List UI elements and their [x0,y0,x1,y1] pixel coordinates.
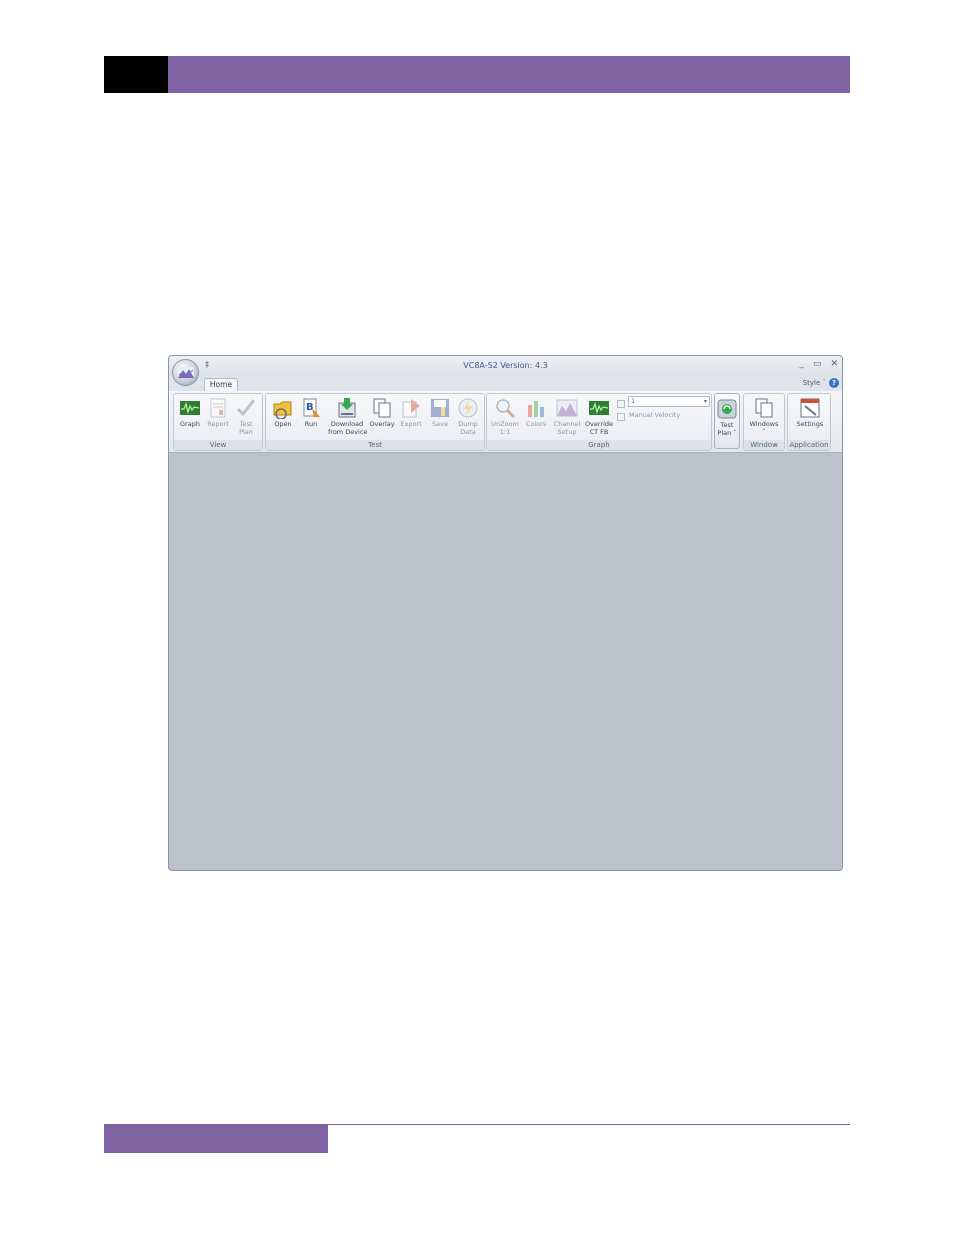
settings-button[interactable]: Settings [794,397,826,428]
manual-velocity-checkbox[interactable] [617,413,625,421]
help-icon[interactable]: ? [829,378,839,388]
export-button[interactable]: Export [397,397,425,428]
group-label-graph: Graph [487,440,711,450]
ribbon-group-window: Windows ˇ Window [743,393,785,451]
manual-velocity-label: Manual Velocity [629,411,681,419]
app-window: ‡ VC8A-S2 Version: 4.3 _ ▭ ✕ Home Style … [168,355,843,871]
test-plan-button[interactable]: Test Plan ˇ [714,393,740,449]
report-button[interactable]: Report [204,397,232,428]
download-from-device-button[interactable]: Download from Device [328,397,367,436]
report-icon [210,398,226,418]
overlay-button[interactable]: Overlay [368,397,396,428]
ribbon-group-test-plan: Test Plan ˇ [714,393,740,451]
header-black-block [104,56,168,93]
ribbon-tab-strip: Home Style ˇ ? [169,376,842,392]
application-menu-button[interactable] [172,359,199,386]
graph-button[interactable]: Graph [176,397,204,428]
open-button[interactable]: Open [269,397,297,428]
save-button[interactable]: Save [426,397,454,428]
tab-home[interactable]: Home [204,378,238,392]
checkmark-icon [236,399,256,417]
download-icon [338,398,356,418]
channel-setup-icon [556,399,578,417]
header-purple-bar [168,56,850,93]
run-icon: B [303,398,320,417]
style-menu[interactable]: Style ˇ [803,379,826,387]
overlay-icon [373,398,391,418]
footer-purple-bar [104,1125,328,1153]
window-title: VC8A-S2 Version: 4.3 [463,361,548,370]
open-icon [273,401,292,419]
dump-data-icon [458,398,478,418]
graph-icon [180,401,200,415]
settings-icon [800,398,820,418]
combo-checkbox[interactable] [617,400,625,408]
colors-button[interactable]: Colors [522,397,550,428]
dump-data-button[interactable]: Dump Data [454,397,482,436]
save-icon [431,399,449,417]
channel-setup-button[interactable]: Channel Setup [551,397,583,436]
group-label-application: Application [788,440,830,450]
minimize-button[interactable]: _ [799,359,804,369]
group-label-view: View [174,440,262,450]
graph-value-select[interactable]: 1 ▾ [628,396,710,407]
group-label-test: Test [266,440,484,450]
close-button[interactable]: ✕ [830,359,838,369]
unzoom-button[interactable]: UnZoom 1:1 [489,397,521,436]
chevron-down-icon: ▾ [703,398,707,405]
colors-icon [528,401,544,417]
override-icon [589,401,609,415]
app-logo-icon [178,367,194,378]
magnifier-icon [496,399,516,419]
override-ct-fb-button[interactable]: Override CT FB [584,397,614,436]
ribbon-group-view: Graph Report Test Plan View [173,393,263,451]
export-icon [402,399,420,418]
windows-button[interactable]: Windows ˇ [747,397,781,436]
test-plan-icon [717,399,737,419]
maximize-button[interactable]: ▭ [813,359,822,369]
run-button[interactable]: B Run [297,397,325,428]
workspace-area [169,453,842,870]
test-plan-view-button[interactable]: Test Plan [232,397,260,436]
title-bar: ‡ VC8A-S2 Version: 4.3 _ ▭ ✕ [169,356,842,376]
windows-icon [755,398,773,418]
ribbon-group-application: Settings Application [787,393,831,451]
ribbon-group-test: Open B Run Download from Device Overlay … [265,393,485,451]
ribbon: Graph Report Test Plan View Open B Run D… [169,391,842,453]
svg-text:B: B [306,402,314,413]
window-controls: _ ▭ ✕ [799,359,838,369]
group-label-window: Window [744,440,784,450]
